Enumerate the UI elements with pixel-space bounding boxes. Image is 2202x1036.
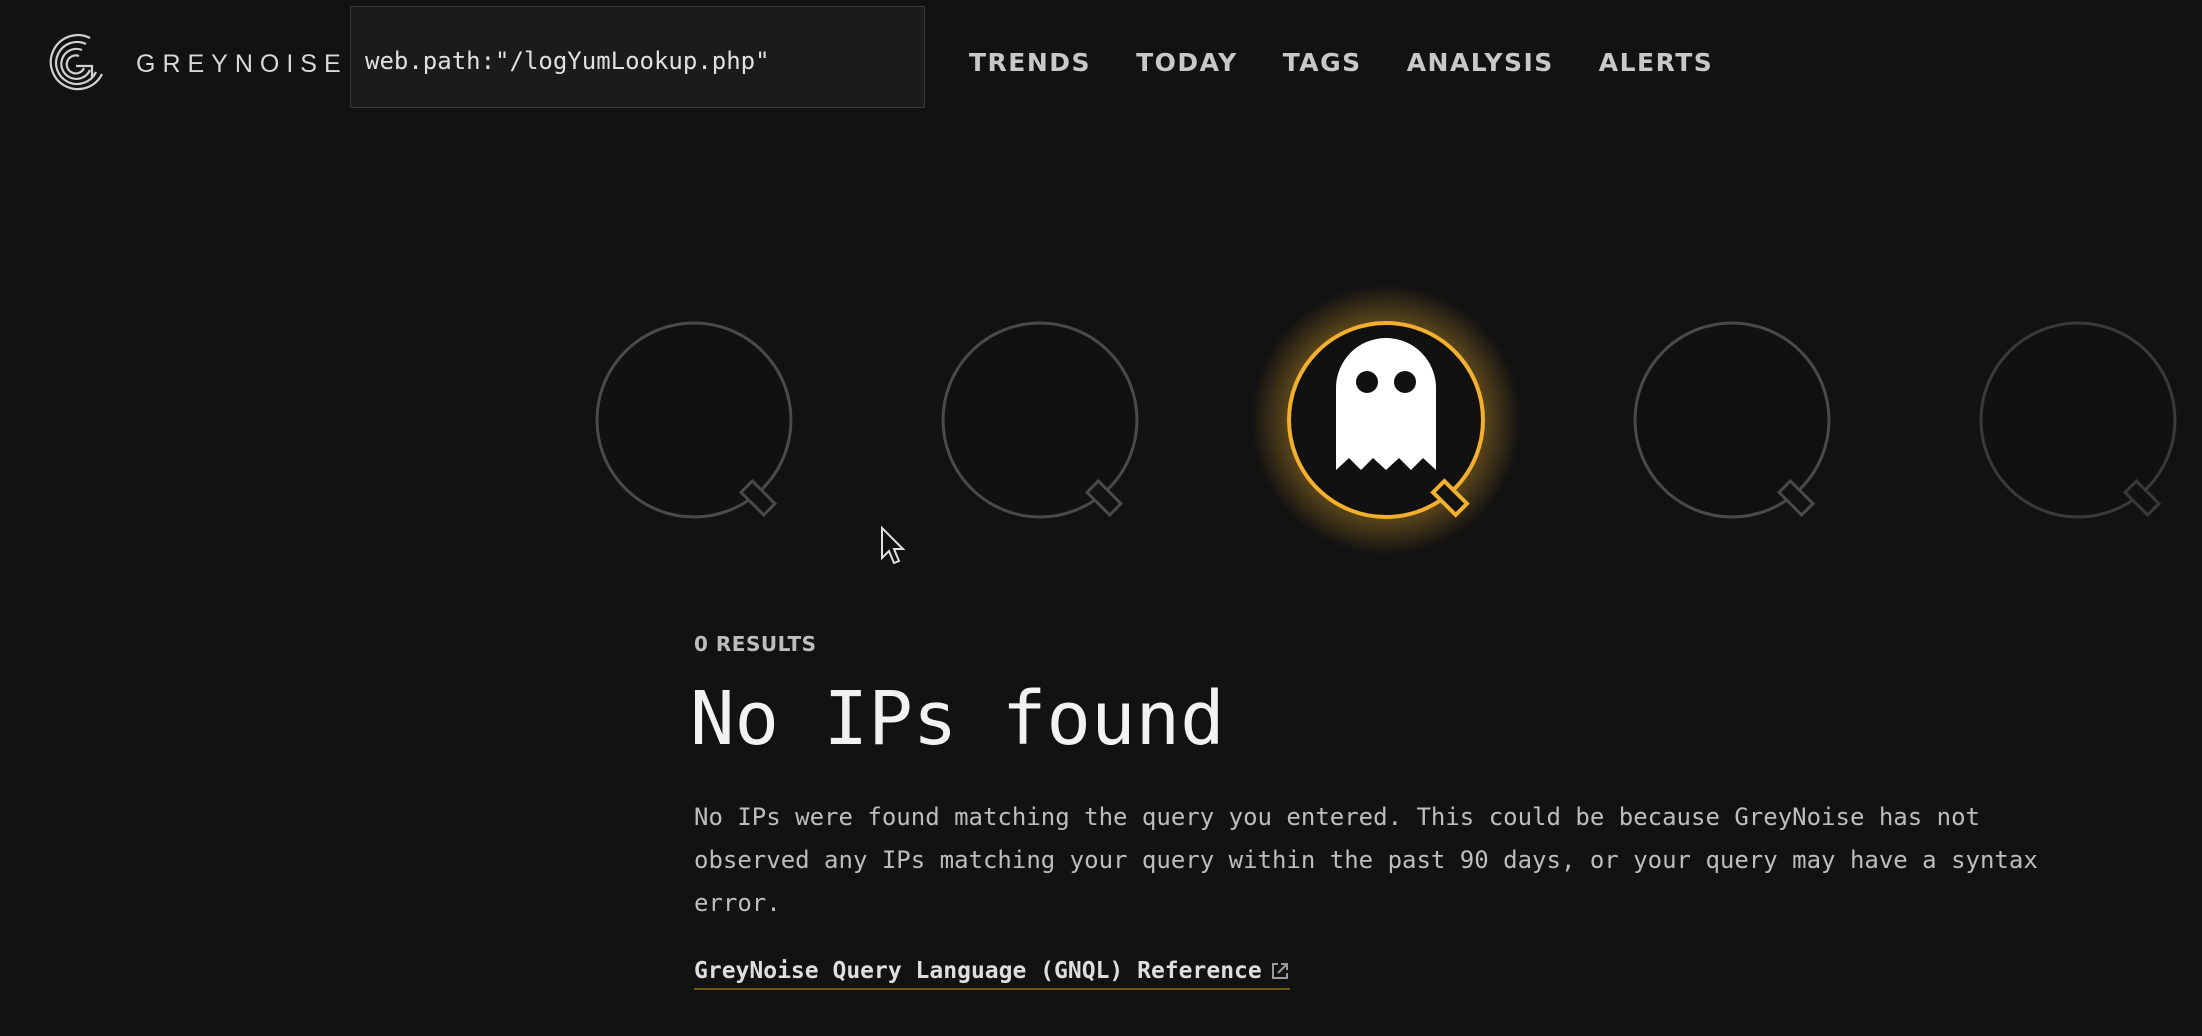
search-box[interactable] — [350, 6, 925, 108]
nav-tags[interactable]: TAGS — [1283, 48, 1362, 77]
gnql-reference-link[interactable]: GreyNoise Query Language (GNQL) Referenc… — [694, 958, 1290, 990]
ghost-icon — [1336, 338, 1436, 470]
carousel-lens-2 — [940, 320, 1140, 520]
nav-analysis[interactable]: ANALYSIS — [1407, 48, 1554, 77]
main-nav: TRENDS TODAY TAGS ANALYSIS ALERTS — [969, 48, 1758, 77]
page-title: No IPs found — [690, 676, 1225, 762]
magnifier-icon — [1979, 321, 2177, 519]
mouse-cursor-icon — [881, 526, 906, 565]
nav-trends[interactable]: TRENDS — [969, 48, 1091, 77]
page: GREYNOISE TRENDS TODAY TAGS ANALYSIS ALE… — [0, 0, 2202, 1036]
greynoise-logo[interactable]: GREYNOISE — [46, 28, 348, 100]
nav-alerts[interactable]: ALERTS — [1599, 48, 1714, 77]
magnifier-icon — [1633, 321, 1831, 519]
magnifier-icon — [941, 321, 1139, 519]
results-count: 0 RESULTS — [694, 632, 817, 656]
greynoise-logo-icon — [49, 33, 103, 91]
gnql-reference-label: GreyNoise Query Language (GNQL) Referenc… — [694, 958, 1262, 984]
carousel-lens-5 — [1978, 320, 2178, 520]
results-description: No IPs were found matching the query you… — [694, 803, 2038, 917]
brand-name: GREYNOISE — [136, 49, 348, 78]
search-input[interactable] — [365, 47, 905, 75]
magnifier-active-icon — [1251, 285, 1521, 555]
carousel-lens-active — [1251, 285, 1521, 555]
external-link-icon — [1271, 963, 1288, 979]
carousel-lens-4 — [1632, 320, 1832, 520]
carousel-lens-1 — [594, 320, 794, 520]
nav-today[interactable]: TODAY — [1136, 48, 1238, 77]
magnifier-icon — [595, 321, 793, 519]
